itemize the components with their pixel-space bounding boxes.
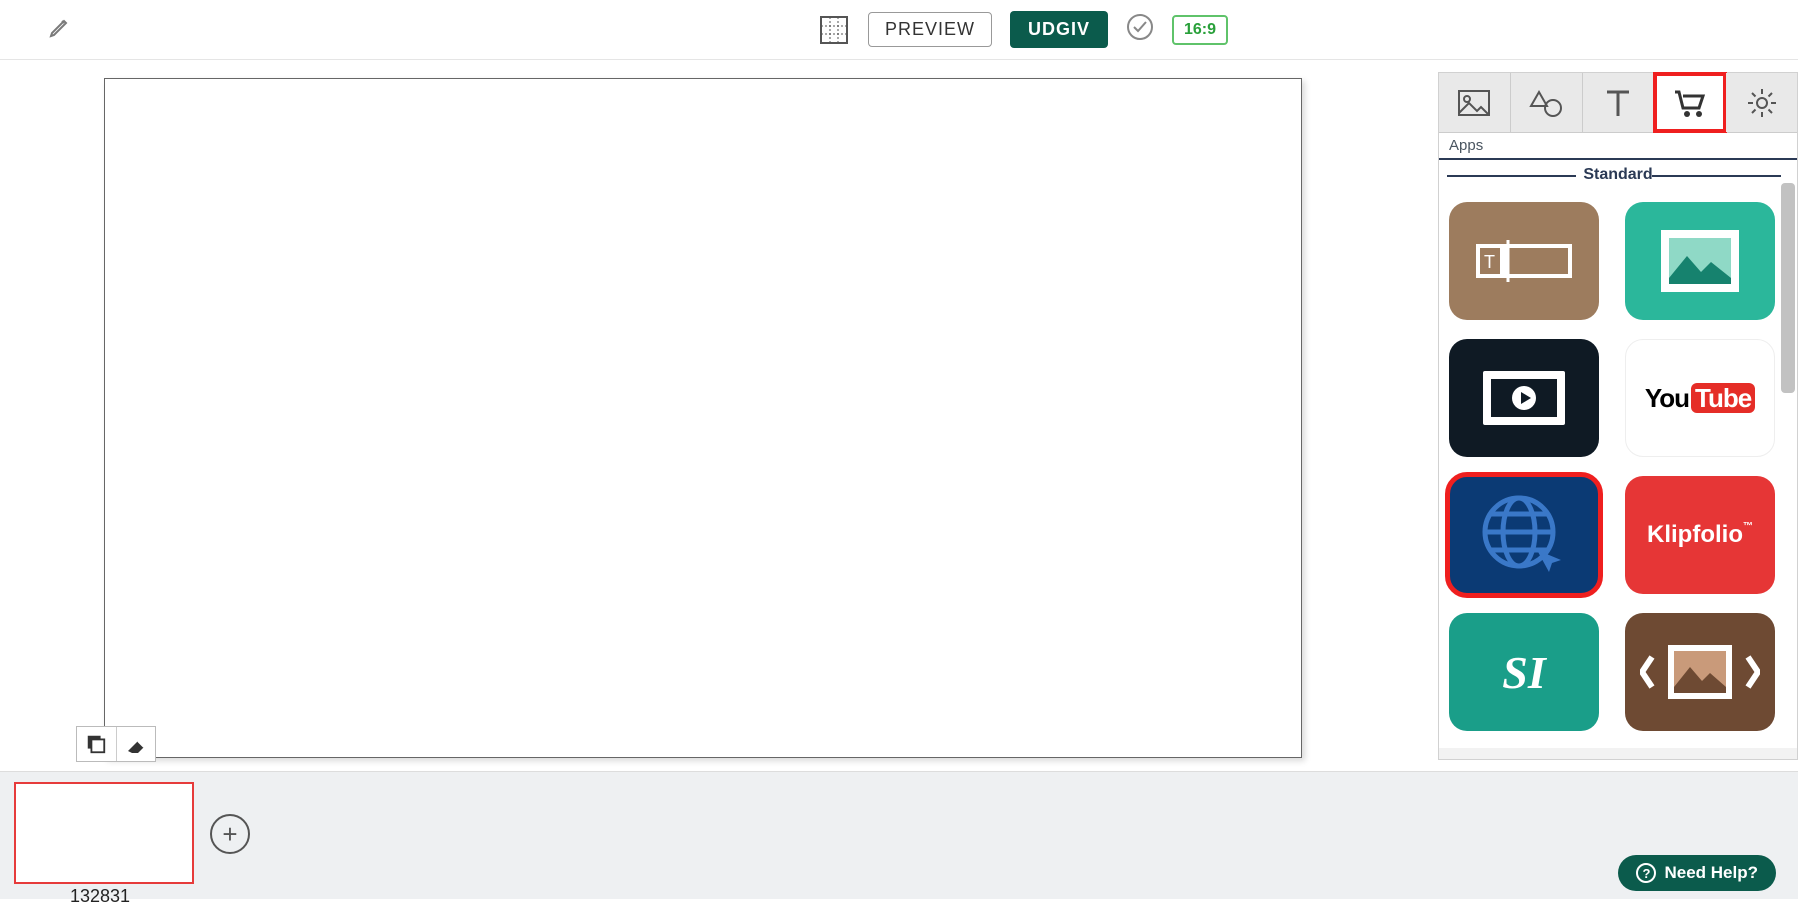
cart-icon (1673, 88, 1707, 118)
slide-id-label: 132831 (70, 886, 130, 907)
tab-text[interactable] (1583, 73, 1655, 132)
grid-icon (818, 14, 850, 46)
klipfolio-logo: Klipfolio™ (1647, 521, 1753, 549)
tab-images[interactable] (1439, 73, 1511, 132)
layers-button[interactable] (77, 727, 117, 761)
grid-toggle-button[interactable] (818, 14, 850, 46)
tab-settings[interactable] (1726, 73, 1797, 132)
image-icon (1457, 89, 1491, 117)
svg-text:T: T (1484, 252, 1495, 272)
video-icon (1481, 369, 1567, 427)
panel-subheading: Apps (1439, 133, 1797, 160)
edit-title-button[interactable] (48, 15, 72, 44)
app-video[interactable] (1449, 339, 1599, 457)
shapes-icon (1529, 88, 1563, 118)
youtube-logo: YouTube (1645, 383, 1755, 414)
textbox-icon: T (1474, 238, 1574, 284)
pencil-icon (48, 15, 72, 39)
add-slide-button[interactable] (210, 814, 250, 854)
carousel-icon (1640, 637, 1760, 707)
publish-button[interactable]: UDGIV (1010, 11, 1108, 48)
app-web[interactable] (1449, 476, 1599, 594)
app-youtube[interactable]: YouTube (1625, 339, 1775, 457)
tab-shapes[interactable] (1511, 73, 1583, 132)
app-si[interactable]: SI (1449, 613, 1599, 731)
app-klipfolio[interactable]: Klipfolio™ (1625, 476, 1775, 594)
panel-scrollbar[interactable] (1781, 183, 1795, 393)
need-help-button[interactable]: ? Need Help? (1618, 855, 1776, 891)
slide-filmstrip: 132831 (0, 771, 1798, 899)
slide-thumbnail-1[interactable] (14, 782, 194, 884)
app-image[interactable] (1625, 202, 1775, 320)
help-label: Need Help? (1664, 863, 1758, 883)
layers-icon (85, 733, 107, 755)
svg-text:?: ? (1643, 866, 1651, 881)
canvas-mini-toolbar (76, 726, 156, 762)
tab-apps[interactable] (1654, 73, 1726, 132)
si-logo: SI (1502, 646, 1545, 699)
top-center-controls: PREVIEW UDGIV 16:9 (818, 11, 1228, 48)
erase-button[interactable] (117, 727, 156, 761)
text-icon (1605, 88, 1631, 118)
preview-button[interactable]: PREVIEW (868, 12, 992, 47)
apps-grid: T YouTube (1439, 190, 1797, 748)
right-panel: Apps Standard T (1438, 72, 1798, 760)
status-check-icon (1126, 13, 1154, 46)
panel-section-standard: Standard (1439, 160, 1797, 190)
eraser-icon (124, 733, 148, 755)
app-textbox[interactable]: T (1449, 202, 1599, 320)
help-icon: ? (1636, 863, 1656, 883)
app-carousel[interactable] (1625, 613, 1775, 731)
picture-icon (1659, 228, 1741, 294)
top-toolbar: PREVIEW UDGIV 16:9 (0, 0, 1798, 60)
gear-icon (1746, 87, 1778, 119)
globe-cursor-icon (1479, 492, 1569, 578)
aspect-ratio-badge[interactable]: 16:9 (1172, 15, 1228, 45)
slide-canvas[interactable] (104, 78, 1302, 758)
panel-tabs (1439, 73, 1797, 133)
